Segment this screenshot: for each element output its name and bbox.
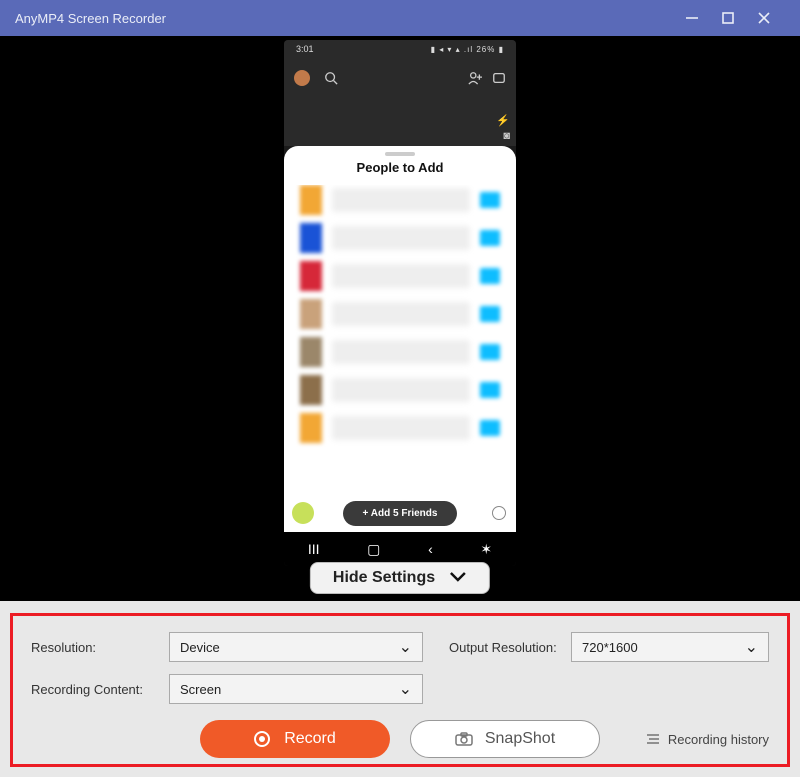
- resolution-value: Device: [180, 640, 220, 655]
- my-avatar-icon[interactable]: [292, 502, 314, 524]
- snapshot-button[interactable]: SnapShot: [410, 720, 600, 758]
- record-icon: [254, 731, 270, 747]
- add-friends-button[interactable]: + Add 5 Friends: [343, 501, 458, 526]
- minimize-button[interactable]: [674, 0, 710, 36]
- close-button[interactable]: [746, 0, 782, 36]
- list-item[interactable]: [300, 185, 500, 215]
- bitmoji-avatar-icon[interactable]: [294, 70, 310, 86]
- maximize-button[interactable]: [710, 0, 746, 36]
- list-icon: [646, 733, 660, 745]
- minimize-icon: [685, 11, 699, 25]
- back-icon[interactable]: ‹: [428, 541, 433, 557]
- snapshot-label: SnapShot: [485, 730, 555, 748]
- phone-frame: 3:01 ▮ ◂ ▾ ▴ .ıl 26% ▮ ⚡ ◙ People to: [284, 40, 516, 566]
- phone-statusbar: 3:01 ▮ ◂ ▾ ▴ .ıl 26% ▮: [284, 40, 516, 58]
- output-resolution-value: 720*1600: [582, 640, 638, 655]
- sheet-handle[interactable]: [385, 152, 415, 156]
- snapchat-camera-bg: ⚡ ◙: [284, 98, 516, 146]
- home-icon[interactable]: ▢: [367, 541, 380, 558]
- record-button[interactable]: Record: [200, 720, 390, 758]
- recording-content-value: Screen: [180, 682, 221, 697]
- phone-mirror-area: 3:01 ▮ ◂ ▾ ▴ .ıl 26% ▮ ⚡ ◙ People to: [0, 36, 800, 601]
- flash-icon[interactable]: ⚡: [496, 114, 510, 127]
- video-icon[interactable]: ◙: [503, 130, 510, 142]
- chevron-down-icon: [449, 569, 467, 587]
- resolution-label: Resolution:: [31, 640, 161, 655]
- sheet-footer: + Add 5 Friends: [284, 494, 516, 532]
- titlebar: AnyMP4 Screen Recorder: [0, 0, 800, 36]
- list-item[interactable]: [300, 299, 500, 329]
- settings-panel: Resolution: Device ⌄ Output Resolution: …: [10, 613, 790, 767]
- hide-settings-label: Hide Settings: [333, 569, 435, 587]
- list-item[interactable]: [300, 413, 500, 443]
- friend-list[interactable]: [284, 185, 516, 494]
- list-item[interactable]: [300, 261, 500, 291]
- list-item[interactable]: [300, 337, 500, 367]
- sheet-title: People to Add: [284, 160, 516, 175]
- recording-history-link[interactable]: Recording history: [646, 732, 769, 747]
- chevron-down-icon: ⌄: [399, 637, 412, 657]
- phone-status-icons: ▮ ◂ ▾ ▴ .ıl 26% ▮: [431, 45, 504, 54]
- list-item[interactable]: [300, 375, 500, 405]
- maximize-icon: [721, 11, 735, 25]
- snapchat-appbar: [284, 58, 516, 98]
- actions-row: Record SnapShot Recording history: [31, 720, 769, 758]
- list-item[interactable]: [300, 223, 500, 253]
- output-resolution-select[interactable]: 720*1600 ⌄: [571, 632, 769, 662]
- android-navbar: III ▢ ‹ ✶: [284, 532, 516, 566]
- record-label: Record: [284, 730, 336, 748]
- settings-panel-wrap: Resolution: Device ⌄ Output Resolution: …: [0, 601, 800, 777]
- phone-clock: 3:01: [296, 44, 314, 54]
- hide-settings-toggle[interactable]: Hide Settings: [310, 562, 490, 594]
- recording-content-select[interactable]: Screen ⌄: [169, 674, 423, 704]
- recent-apps-icon[interactable]: III: [308, 541, 320, 557]
- chevron-down-icon: ⌄: [745, 637, 758, 657]
- select-circle-icon[interactable]: [492, 506, 506, 520]
- resolution-select[interactable]: Device ⌄: [169, 632, 423, 662]
- search-icon[interactable]: [324, 71, 338, 85]
- add-friend-icon[interactable]: [468, 71, 482, 85]
- close-icon: [757, 11, 771, 25]
- camera-icon: [455, 732, 473, 746]
- flip-camera-icon[interactable]: [492, 71, 506, 85]
- output-resolution-label: Output Resolution:: [449, 640, 563, 655]
- window-title: AnyMP4 Screen Recorder: [15, 11, 674, 26]
- people-to-add-sheet: People to Add + Add 5 Friends: [284, 146, 516, 532]
- recording-history-label: Recording history: [668, 732, 769, 747]
- recording-content-label: Recording Content:: [31, 682, 161, 697]
- accessibility-icon[interactable]: ✶: [480, 541, 492, 558]
- chevron-down-icon: ⌄: [399, 679, 412, 699]
